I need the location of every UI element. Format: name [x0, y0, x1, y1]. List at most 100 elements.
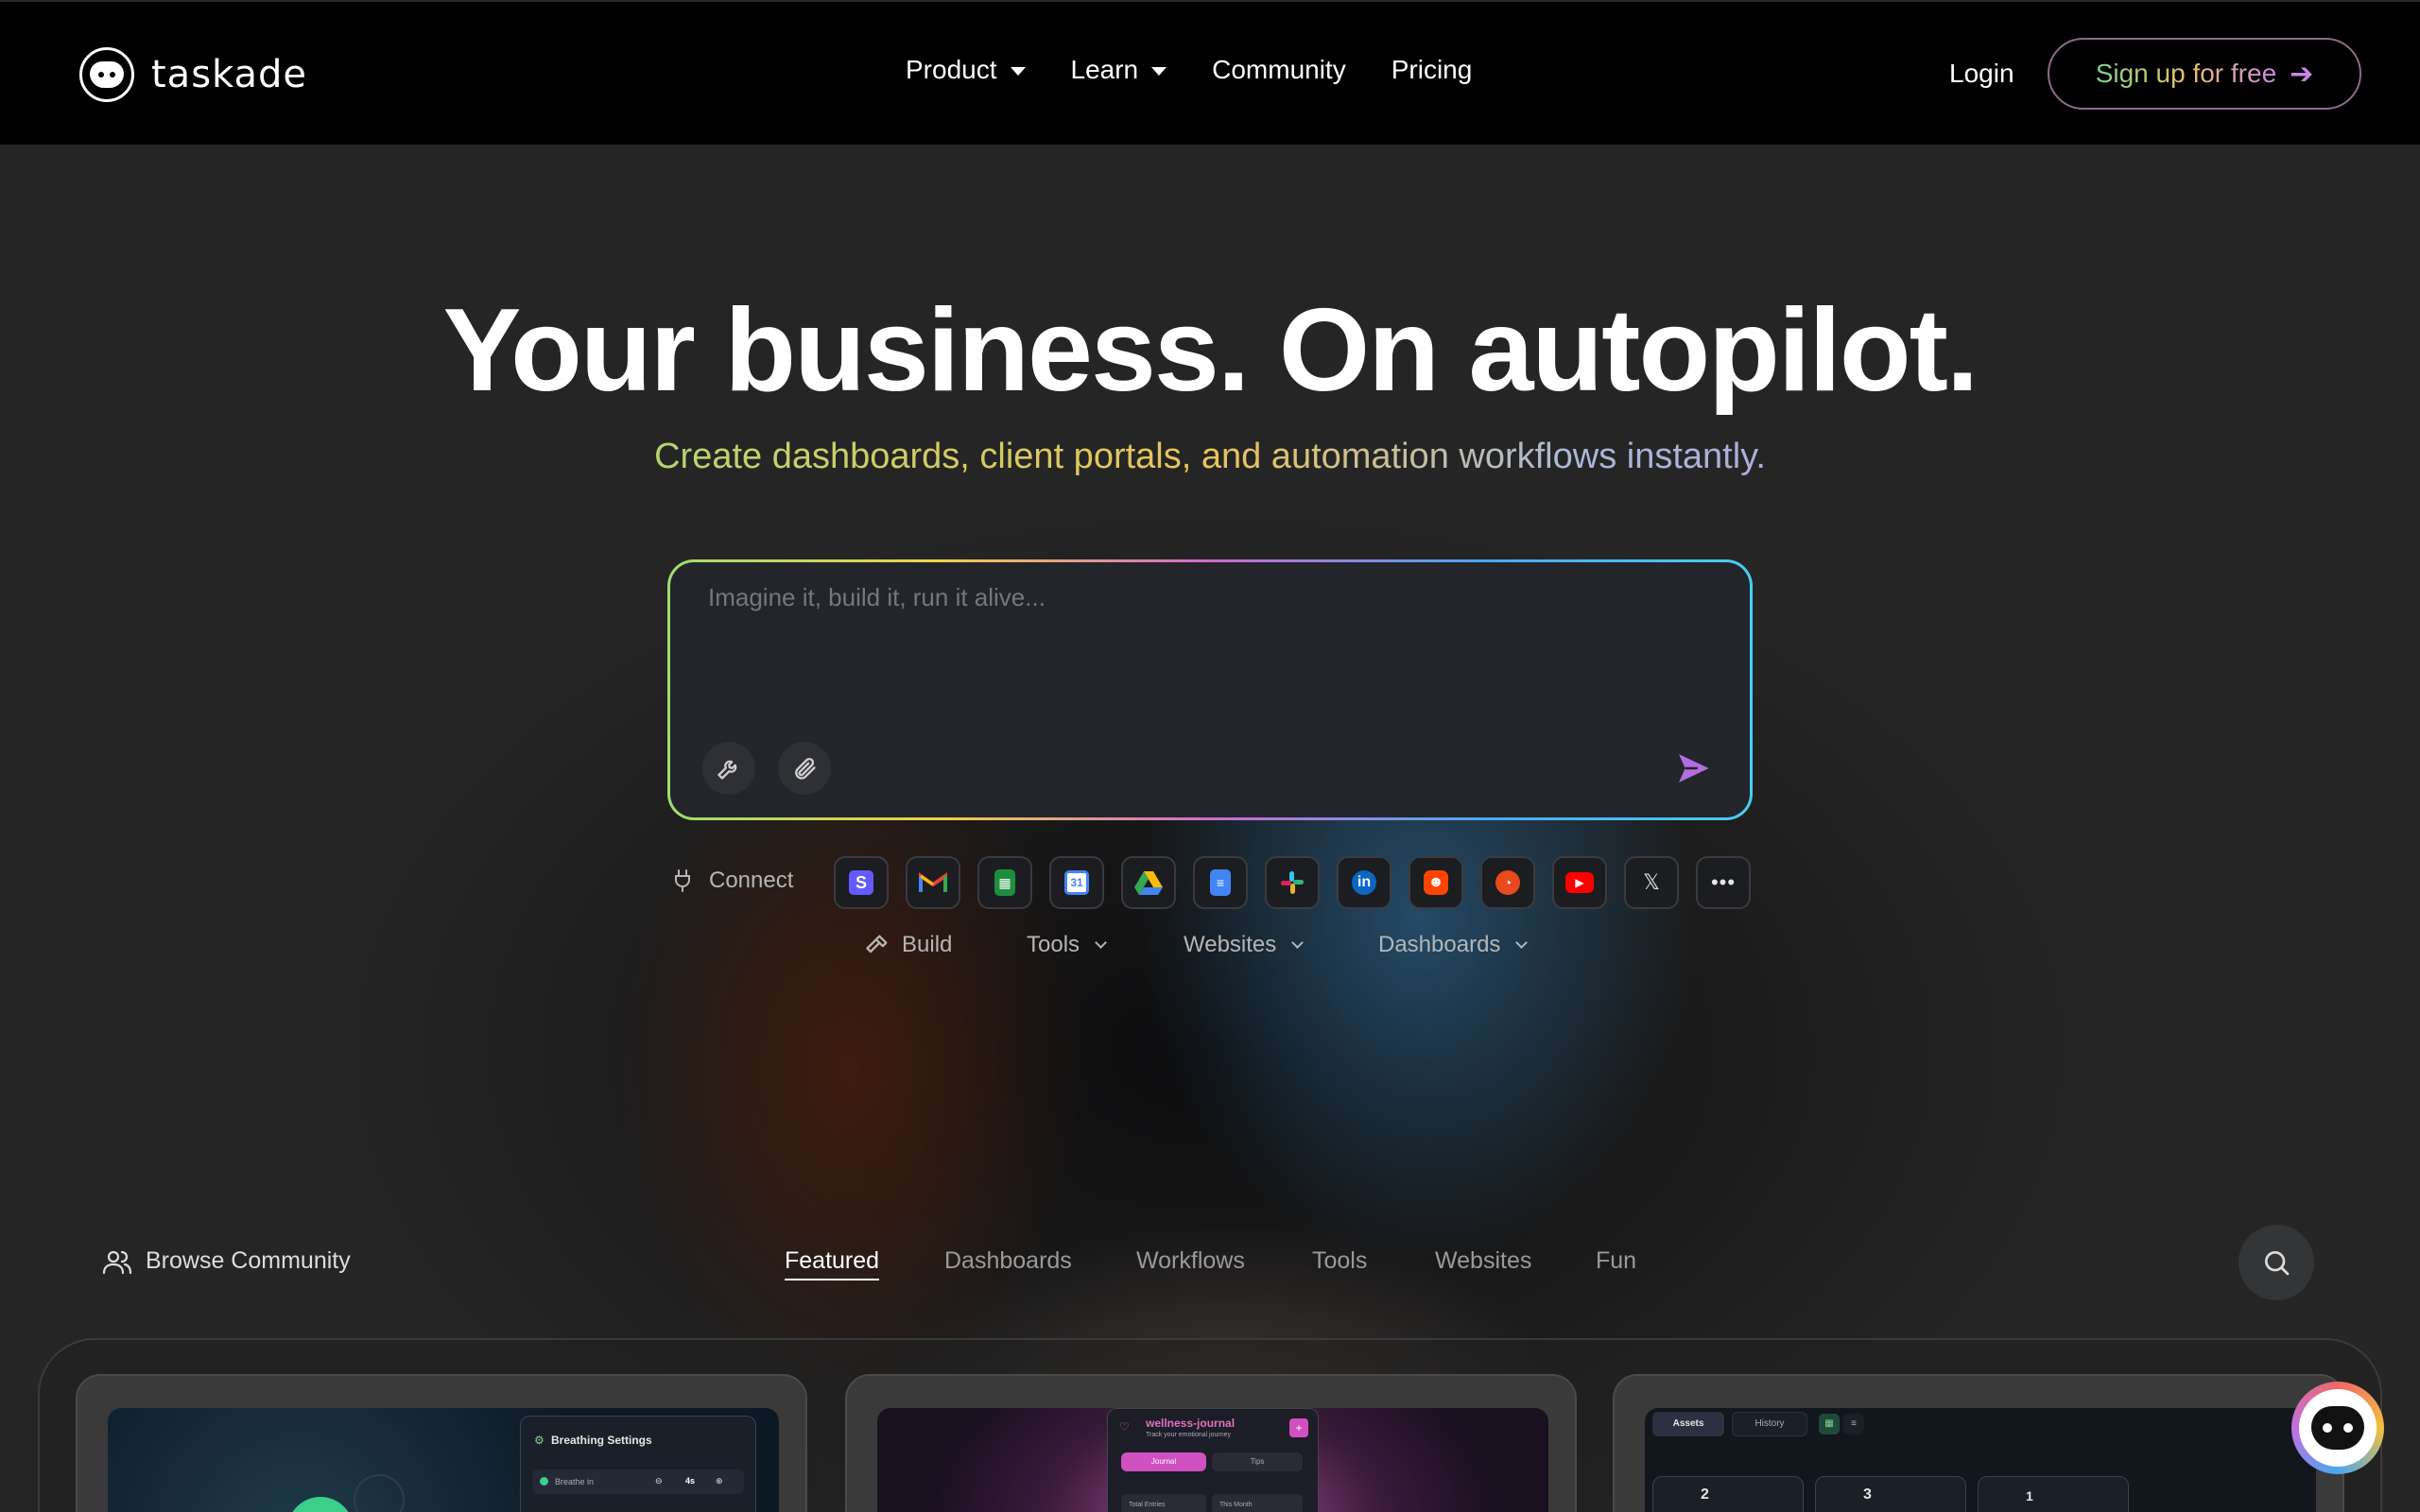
asset-stat-value: 3: [1863, 1486, 1872, 1503]
signup-button[interactable]: Sign up for free ➔: [2048, 38, 2361, 110]
chevron-down-icon: [1291, 936, 1305, 949]
build-label: Build: [902, 932, 953, 957]
asset-stat-card: 2: [1652, 1476, 1804, 1512]
stripe-app[interactable]: S: [834, 856, 889, 909]
build-button[interactable]: Build: [864, 932, 952, 958]
chat-assistant-button[interactable]: [2291, 1382, 2384, 1474]
caret-down-icon: [1151, 67, 1167, 76]
tab-tools[interactable]: Tools: [1312, 1247, 1367, 1275]
google-calendar-app[interactable]: 31: [1049, 856, 1104, 909]
connect-text: Connect: [709, 868, 794, 893]
tools-button[interactable]: [702, 742, 755, 795]
community-card-breathing[interactable]: ⚙ Breathing Settings Breathe in ⊖ 4s ⊕: [76, 1374, 807, 1512]
x-icon: 𝕏: [1643, 870, 1660, 894]
tab-websites[interactable]: Websites: [1435, 1247, 1531, 1275]
more-apps-button[interactable]: •••: [1696, 856, 1751, 909]
breathing-circle: [287, 1497, 354, 1512]
list-view-icon[interactable]: ≡: [1843, 1414, 1864, 1435]
community-card-assets[interactable]: Assets History ▦ ≡ 2 3 1: [1613, 1374, 2344, 1512]
community-tabs: Featured Dashboards Workflows Tools Webs…: [0, 1247, 2420, 1285]
tab-assets[interactable]: Assets: [1652, 1412, 1724, 1436]
more-icon: •••: [1710, 870, 1737, 894]
linkedin-app[interactable]: in: [1337, 856, 1392, 909]
linkedin-icon: in: [1352, 870, 1376, 895]
minus-icon[interactable]: ⊖: [655, 1476, 663, 1486]
wellness-journal-subtitle: Track your emotional journey: [1146, 1432, 1232, 1438]
search-icon: [2265, 1251, 2290, 1276]
chevron-down-icon: [1095, 936, 1107, 949]
google-docs-app[interactable]: ≡: [1193, 856, 1248, 909]
plus-icon[interactable]: ⊕: [716, 1476, 723, 1486]
card-preview: ♡ wellness-journal Track your emotional …: [877, 1408, 1548, 1512]
card-preview: ⚙ Breathing Settings Breathe in ⊖ 4s ⊕: [108, 1408, 779, 1512]
prompt-box-border: [667, 559, 1753, 820]
grid-view-icon[interactable]: ▦: [1819, 1414, 1840, 1435]
tab-history[interactable]: History: [1732, 1412, 1807, 1436]
google-drive-app[interactable]: [1121, 856, 1176, 909]
asset-stat-card: 1: [1978, 1476, 2129, 1512]
google-drive-icon: [1134, 871, 1163, 895]
nav-pricing-label: Pricing: [1391, 55, 1473, 84]
gmail-icon: [919, 872, 947, 892]
nav-community[interactable]: Community: [1212, 55, 1346, 85]
settings-icon: ⚙: [534, 1434, 544, 1447]
taskade-logo[interactable]: taskade: [79, 47, 307, 102]
community-card-wellness[interactable]: ♡ wellness-journal Track your emotional …: [845, 1374, 1577, 1512]
arrow-right-icon: ➔: [2290, 58, 2314, 90]
stripe-icon: S: [849, 870, 873, 895]
google-docs-icon: ≡: [1210, 869, 1231, 896]
tab-workflows[interactable]: Workflows: [1136, 1247, 1245, 1275]
breathing-ring: [354, 1474, 405, 1512]
main-nav: Product Learn Community Pricing: [906, 55, 1517, 85]
tab-tips[interactable]: Tips: [1212, 1452, 1303, 1471]
x-app[interactable]: 𝕏: [1624, 856, 1679, 909]
nav-product-label: Product: [906, 55, 997, 84]
prompt-input[interactable]: [708, 583, 1691, 725]
nav-pricing[interactable]: Pricing: [1392, 55, 1473, 85]
nav-product[interactable]: Product: [906, 55, 1026, 85]
youtube-app[interactable]: ▶: [1552, 856, 1607, 909]
tab-fun[interactable]: Fun: [1596, 1247, 1636, 1275]
tab-featured[interactable]: Featured: [785, 1247, 880, 1280]
prompt-box: [670, 562, 1750, 817]
signup-label: Sign up for free: [2095, 59, 2277, 88]
attach-button[interactable]: [778, 742, 831, 795]
app-integrations: S ▦ 31 ≡ in ☻ ◔ ▶ 𝕏 •••: [834, 856, 1751, 909]
rss-app[interactable]: ◔: [1480, 856, 1535, 909]
caret-down-icon: [1010, 67, 1026, 76]
this-month-stat: This Month: [1212, 1494, 1303, 1512]
send-button[interactable]: [1665, 740, 1721, 797]
heart-icon: ♡: [1119, 1420, 1130, 1434]
breathe-in-value: 4s: [685, 1476, 696, 1486]
google-sheets-app[interactable]: ▦: [977, 856, 1032, 909]
top-navigation-bar: taskade Product Learn Community Pricing …: [0, 0, 2420, 145]
websites-label: Websites: [1184, 932, 1277, 957]
asset-stat-value: 1: [2026, 1488, 2033, 1503]
nav-learn[interactable]: Learn: [1071, 55, 1167, 85]
breathing-settings-title: Breathing Settings: [551, 1434, 652, 1447]
dashboards-dropdown[interactable]: Dashboards: [1378, 932, 1529, 958]
reddit-icon: ☻: [1424, 870, 1448, 895]
brand-name: taskade: [151, 53, 308, 96]
plug-icon: [675, 869, 690, 892]
reddit-app[interactable]: ☻: [1409, 856, 1463, 909]
login-link[interactable]: Login: [1949, 59, 2014, 89]
tab-dashboards[interactable]: Dashboards: [944, 1247, 1072, 1275]
hammer-icon: [866, 935, 888, 954]
websites-dropdown[interactable]: Websites: [1184, 932, 1305, 958]
breathing-settings-panel: ⚙ Breathing Settings Breathe in ⊖ 4s ⊕: [520, 1416, 756, 1512]
tab-journal[interactable]: Journal: [1121, 1452, 1206, 1471]
chevron-down-icon: [1515, 936, 1529, 949]
breathe-in-label: Breathe in: [555, 1477, 595, 1486]
hero-subtitle: Create dashboards, client portals, and a…: [0, 437, 2420, 477]
tools-label: Tools: [1027, 932, 1080, 957]
add-entry-icon[interactable]: +: [1289, 1418, 1308, 1437]
hero-title: Your business. On autopilot.: [442, 285, 1979, 416]
tools-dropdown[interactable]: Tools: [1027, 932, 1107, 958]
gmail-app[interactable]: [906, 856, 960, 909]
status-dot: [540, 1477, 548, 1486]
search-button[interactable]: [2238, 1225, 2314, 1300]
card-preview: Assets History ▦ ≡ 2 3 1: [1645, 1408, 2316, 1512]
google-sheets-icon: ▦: [994, 869, 1015, 896]
slack-app[interactable]: [1265, 856, 1320, 909]
